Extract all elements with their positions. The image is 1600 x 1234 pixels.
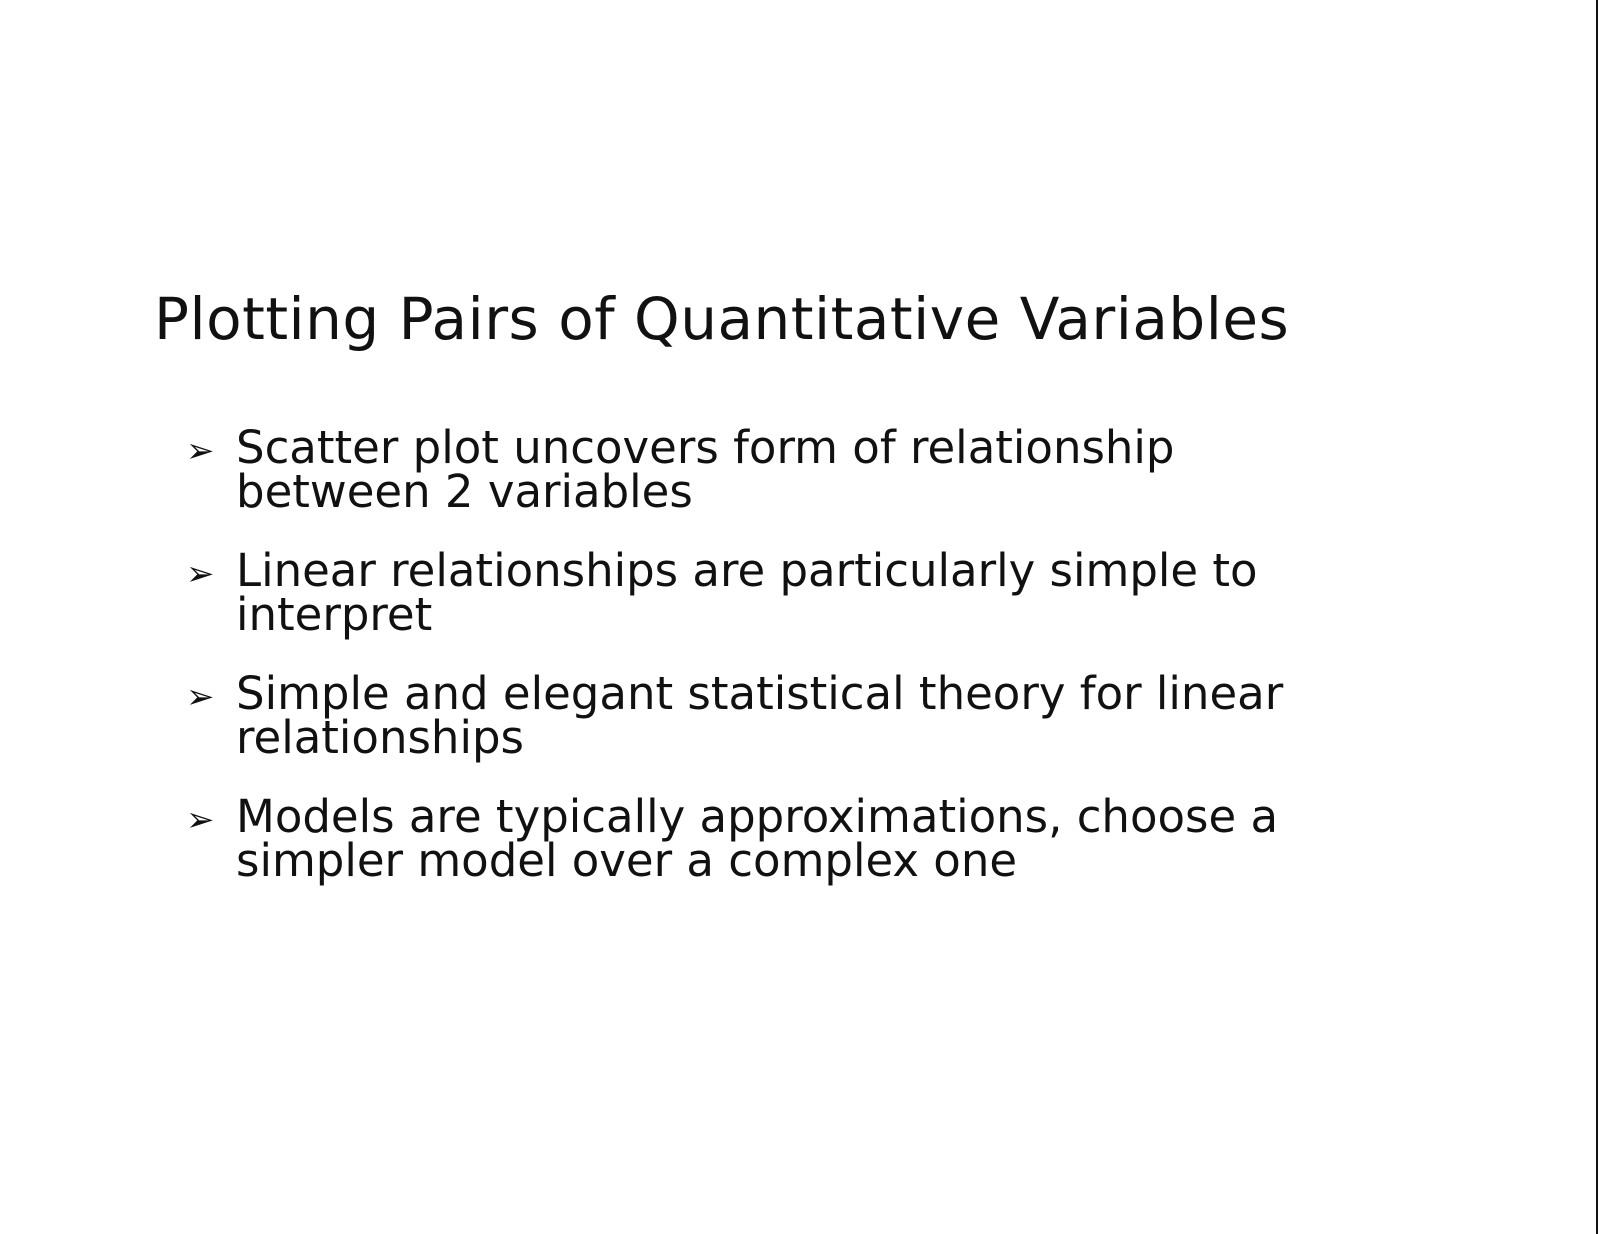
slide: Plotting Pairs of Quantitative Variables… bbox=[0, 0, 1600, 1234]
arrowhead-bullet-icon: ➢ bbox=[186, 677, 215, 717]
arrowhead-bullet-icon: ➢ bbox=[186, 554, 215, 594]
bullet-item: ➢ Simple and elegant statistical theory … bbox=[186, 667, 1336, 764]
arrowhead-bullet-icon: ➢ bbox=[186, 800, 215, 840]
slide-right-border bbox=[1596, 0, 1598, 1234]
bullet-text: Models are typically approximations, cho… bbox=[236, 790, 1279, 887]
bullet-text: Simple and elegant statistical theory fo… bbox=[236, 667, 1284, 764]
bullet-item: ➢ Linear relationships are particularly … bbox=[186, 544, 1336, 641]
bullet-item: ➢ Models are typically approximations, c… bbox=[186, 790, 1336, 887]
bullet-list: ➢ Scatter plot uncovers form of relation… bbox=[186, 421, 1336, 918]
bullet-item: ➢ Scatter plot uncovers form of relation… bbox=[186, 421, 1336, 518]
slide-title: Plotting Pairs of Quantitative Variables bbox=[154, 285, 1290, 353]
bullet-text: Linear relationships are particularly si… bbox=[236, 544, 1258, 641]
bullet-text: Scatter plot uncovers form of relationsh… bbox=[236, 421, 1175, 518]
arrowhead-bullet-icon: ➢ bbox=[186, 431, 215, 471]
